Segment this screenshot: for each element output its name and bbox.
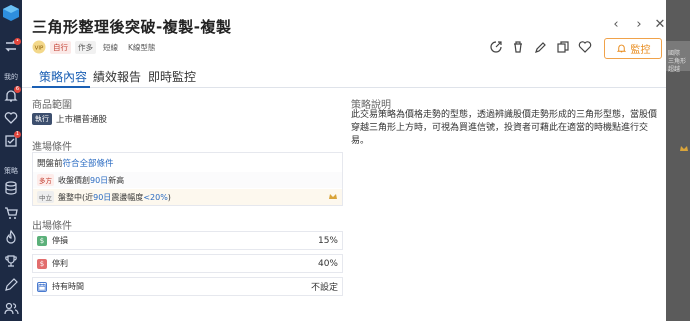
condition-days: 90日 [93, 192, 112, 202]
tag-long: 作多 [75, 40, 96, 54]
tab-bar: 策略內容 績效報告 即時監控 [22, 62, 666, 88]
vip-icon: VIP [32, 40, 46, 54]
dollar-icon: $ [37, 235, 47, 246]
exit-label: 停利 [52, 259, 68, 268]
nav-label-strategy: 策略 [4, 167, 18, 175]
condition-text-pre: 收盤價創 [58, 175, 90, 185]
dollar-icon: $ [37, 258, 47, 269]
condition-range: <20% [143, 192, 168, 202]
close-button[interactable]: ✕ [653, 18, 667, 32]
trophy-icon[interactable] [3, 253, 19, 269]
tag-k-pattern: K線型態 [128, 42, 156, 52]
condition-text: 收盤價創90日新高 [58, 175, 124, 186]
cart-icon[interactable] [3, 205, 19, 221]
exec-tag: 執行 [32, 113, 52, 125]
vip-crown-icon [329, 194, 337, 199]
strategy-tags: VIP 自行 作多 短線 K線型態 [32, 40, 158, 54]
entry-condition-row: 中立 盤整中(近90日震盪幅度<20%) [33, 189, 342, 205]
exit-heading: 出場條件 [32, 221, 72, 232]
tab-performance-report[interactable]: 績效報告 [93, 68, 141, 85]
exit-value: 15% [317, 235, 338, 246]
monitor-button[interactable]: 監控 [604, 38, 662, 59]
entry-mode-prefix: 開盤前 [37, 159, 63, 169]
condition-text: 盤整中(近90日震盪幅度<20%) [58, 192, 171, 203]
tab-live-monitor[interactable]: 即時監控 [148, 68, 196, 85]
product-scope: 執行 上市櫃普通股 [32, 113, 107, 125]
users-icon[interactable] [3, 300, 19, 316]
exit-row-take-profit: $ 停利 40% [32, 254, 343, 273]
calendar-icon [37, 281, 47, 292]
pencil-icon[interactable] [3, 277, 19, 293]
active-tab-indicator [32, 86, 90, 88]
entry-heading: 進場條件 [32, 142, 72, 153]
tag-self: 自行 [50, 40, 71, 54]
edit-icon[interactable] [534, 40, 548, 54]
database-icon[interactable] [3, 180, 19, 196]
monitor-button-label: 監控 [630, 45, 651, 56]
exit-row-holding-time: 持有時間 不設定 [32, 277, 343, 296]
entry-mode-link[interactable]: 符合全部條件 [63, 159, 114, 169]
trash-icon[interactable] [511, 40, 525, 54]
condition-text-post: 新高 [108, 175, 125, 185]
vip-crown-icon [680, 146, 688, 151]
peek-text-3: 超越 [668, 66, 681, 73]
condition-tag-bullish: 多方 [37, 174, 54, 186]
nav-label-mine: 我的 [4, 73, 18, 81]
product-scope-heading: 商品範圍 [32, 100, 72, 111]
strategy-description: 此交易策略為價格走勢的型態，透過辨識股價走勢形成的三角形型態，當股價穿越三角形上… [351, 110, 658, 146]
background-page: 國際 三角形 超越 [666, 0, 690, 321]
condition-tag-neutral: 中立 [37, 191, 54, 203]
share-icon[interactable] [489, 40, 503, 54]
svg-text:VIP: VIP [35, 46, 44, 52]
prev-button[interactable]: ‹ [609, 18, 623, 32]
exit-value: 40% [317, 258, 338, 269]
exit-label: 持有時間 [52, 282, 84, 291]
favorite-heart-icon[interactable] [578, 40, 592, 54]
condition-text-post: ) [167, 192, 171, 202]
app-logo-icon[interactable] [2, 4, 20, 22]
bell-badge: 6 [14, 86, 21, 93]
left-nav: • 我的 6 1 策略 [0, 0, 22, 321]
strategy-title: 三角形整理後突破-複製-複製 [32, 18, 232, 36]
condition-text-mid: 震盪幅度 [111, 192, 144, 202]
bell-outline-icon [616, 44, 626, 53]
transfer-badge: • [14, 38, 21, 45]
exit-label: 停損 [52, 236, 68, 245]
copy-icon[interactable] [556, 40, 570, 54]
tab-strategy-content[interactable]: 策略內容 [39, 68, 87, 85]
checklist-badge: 1 [14, 131, 21, 138]
flame-icon[interactable] [3, 229, 19, 245]
entry-mode: 開盤前符合全部條件 [37, 157, 114, 169]
exit-value: 不設定 [310, 283, 338, 293]
heart-icon[interactable] [3, 110, 19, 126]
product-scope-text: 上市櫃普通股 [56, 115, 108, 125]
condition-text-pre: 盤整中(近 [58, 192, 94, 202]
entry-condition-row: 多方 收盤價創90日新高 [33, 172, 342, 188]
entry-conditions: 開盤前符合全部條件 多方 收盤價創90日新高 中立 盤整中(近90日震盪幅度<2… [32, 152, 343, 206]
condition-days: 90日 [90, 175, 109, 185]
exit-row-stop-loss: $ 停損 15% [32, 231, 343, 250]
strategy-modal: 三角形整理後突破-複製-複製 ‹ › ✕ VIP 自行 作多 短線 K線型態 監… [22, 0, 666, 321]
tag-short-term: 短線 [103, 42, 118, 52]
next-button[interactable]: › [632, 18, 646, 32]
